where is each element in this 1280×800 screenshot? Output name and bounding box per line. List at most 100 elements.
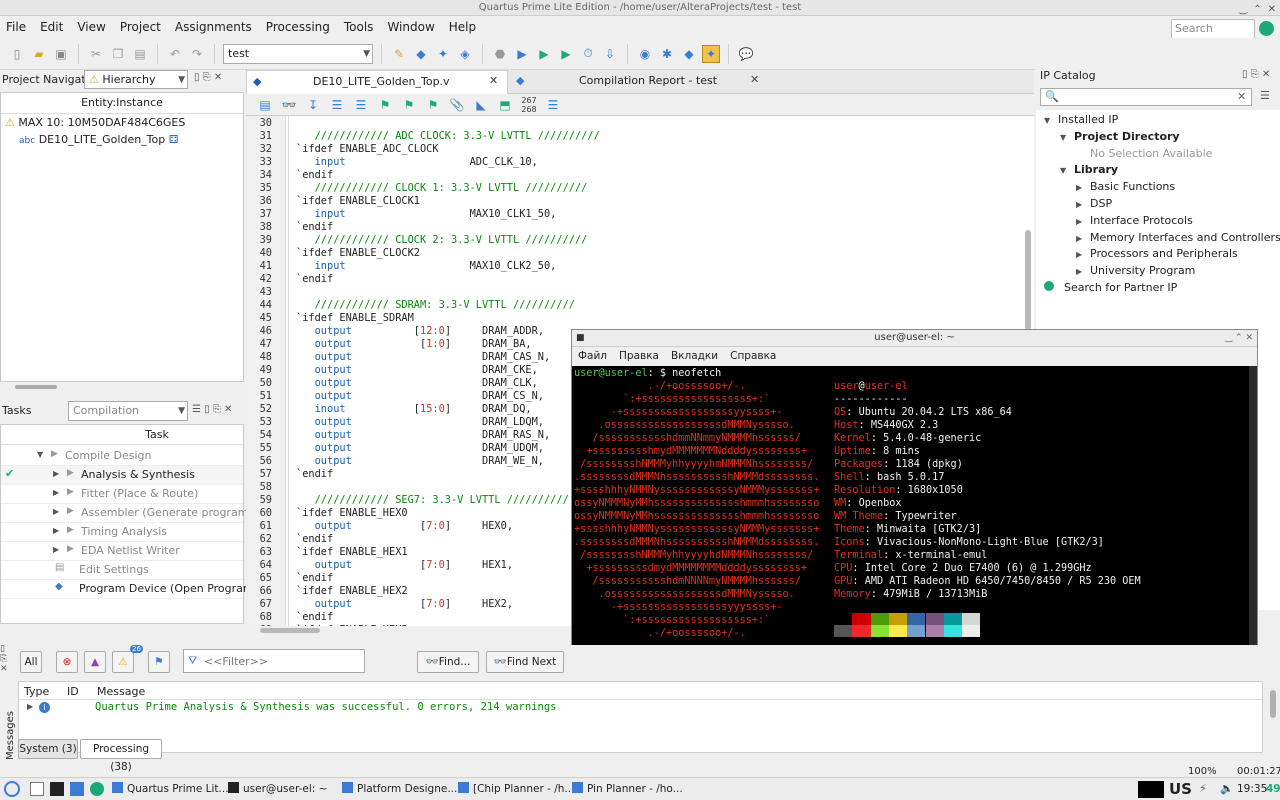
task-item[interactable]: ▶ ▶ Timing Analysis bbox=[1, 523, 243, 542]
chevron-right-icon[interactable]: ▶ bbox=[1076, 234, 1086, 243]
bookmark-icon[interactable]: ⚑ bbox=[376, 96, 394, 114]
terminal-menu-item[interactable]: Справка bbox=[730, 350, 776, 362]
top-entity-item[interactable]: abc DE10_LITE_Golden_Top ⚃ bbox=[19, 133, 178, 146]
window-controls-icon[interactable]: ‿ ⌃ ✕ bbox=[1225, 330, 1253, 346]
chevron-right-icon[interactable]: ▶ bbox=[1076, 183, 1086, 192]
taskbar-item[interactable]: Platform Designe... bbox=[342, 782, 457, 795]
task-item[interactable]: ▶ ▶ Fitter (Place & Route) bbox=[1, 485, 243, 504]
clear-icon[interactable]: ✕ bbox=[1237, 90, 1246, 103]
design-partition-icon[interactable]: ✦ bbox=[434, 45, 452, 63]
taskbar-item[interactable]: Quartus Prime Lit... bbox=[112, 782, 229, 795]
filter-all-button[interactable]: All bbox=[20, 651, 42, 673]
save-icon[interactable]: ▣ bbox=[52, 45, 70, 63]
flow-combo[interactable]: Compilation ▼ bbox=[68, 401, 188, 421]
platform-designer-icon[interactable]: ✦ bbox=[702, 44, 720, 63]
assignment-editor-icon[interactable]: ◈ bbox=[456, 45, 474, 63]
menu-item-view[interactable]: View bbox=[77, 20, 105, 34]
terminal-menu-item[interactable]: Вкладки bbox=[671, 350, 718, 362]
maximize-icon[interactable]: ⌃ bbox=[1253, 2, 1261, 17]
indent-icon[interactable]: ☰ bbox=[328, 96, 346, 114]
search-input[interactable]: Search altera.c... bbox=[1171, 19, 1255, 53]
menu-item-help[interactable]: Help bbox=[449, 20, 476, 34]
menu-item-edit[interactable]: Edit bbox=[40, 20, 63, 34]
paste-icon[interactable]: ▤ bbox=[131, 45, 149, 63]
ip-tree-item[interactable]: ▶ University Program bbox=[1076, 264, 1195, 277]
message-column-header[interactable]: Message bbox=[97, 685, 145, 698]
chevron-down-icon[interactable]: ▼ bbox=[1044, 116, 1054, 125]
task-item[interactable]: ▶ ▶ Assembler (Generate programmin bbox=[1, 504, 269, 523]
device-item[interactable]: ⚠ MAX 10: 10M50DAF484C6GES bbox=[5, 116, 185, 129]
task-item[interactable]: ◆ Program Device (Open Programmer) bbox=[1, 580, 280, 599]
ip-tree-item[interactable]: ▶ Memory Interfaces and Controllers bbox=[1076, 231, 1280, 244]
tab-system[interactable]: System (3) bbox=[18, 739, 78, 759]
chip-planner-icon[interactable]: ◆ bbox=[412, 45, 430, 63]
task-item[interactable]: ▼ ▶ Compile Design bbox=[1, 447, 243, 466]
menu-item-window[interactable]: Window bbox=[387, 20, 434, 34]
menu-item-project[interactable]: Project bbox=[120, 20, 161, 34]
error-filter-icon[interactable]: ⊗ bbox=[56, 651, 78, 673]
print-icon[interactable]: ▤ bbox=[256, 96, 274, 114]
tab-processing[interactable]: Processing (38) bbox=[80, 739, 162, 773]
open-folder-icon[interactable]: ▰ bbox=[30, 45, 48, 63]
horizontal-scrollbar[interactable] bbox=[260, 628, 320, 633]
help-chat-icon[interactable]: 💬 bbox=[737, 45, 755, 63]
assembler-icon[interactable]: ⇩ bbox=[601, 45, 619, 63]
tab-compilation-report[interactable]: ◆ Compilation Report - test ✕ bbox=[510, 70, 770, 94]
ip-tree-item[interactable]: Search for Partner IP bbox=[1044, 281, 1177, 294]
cut-icon[interactable]: ✂ bbox=[87, 45, 105, 63]
find-icon[interactable]: 👓 bbox=[280, 96, 298, 114]
taskbar-item[interactable]: Pin Planner - /ho... bbox=[572, 782, 683, 795]
chevron-right-icon[interactable]: ▶ bbox=[1076, 217, 1086, 226]
close-icon[interactable]: ✕ bbox=[489, 74, 498, 87]
terminal-menu-item[interactable]: Файл bbox=[578, 350, 607, 362]
taskbar-item[interactable]: user@user-el: ~ bbox=[228, 782, 327, 795]
run-icon[interactable]: ▶ bbox=[67, 468, 74, 478]
chevron-right-icon[interactable]: ▶ bbox=[53, 469, 59, 478]
horizontal-scrollbar[interactable] bbox=[15, 385, 57, 389]
task-item[interactable]: ✔ ▶ ▶ Analysis & Synthesis bbox=[1, 466, 243, 485]
terminal-output[interactable]: user@user-el: $ neofetch .-/+oossssoo+/-… bbox=[572, 366, 1250, 678]
goto-icon[interactable]: ↧ bbox=[304, 96, 322, 114]
taskbar-item[interactable]: [Chip Planner - /h... bbox=[458, 782, 574, 795]
file-manager-icon[interactable] bbox=[70, 782, 84, 796]
find-next-button[interactable]: 👓Find Next bbox=[486, 651, 564, 673]
unindent-icon[interactable]: ☰ bbox=[352, 96, 370, 114]
line-numbers-icon[interactable]: 267 268 bbox=[520, 96, 538, 114]
ip-tree-item[interactable]: No Selection Available bbox=[1076, 147, 1212, 160]
type-column-header[interactable]: Type bbox=[24, 685, 49, 698]
tab-verilog-file[interactable]: ◆ DE10_LITE_Golden_Top.v ✕ bbox=[246, 70, 508, 94]
menu-item-tools[interactable]: Tools bbox=[344, 20, 374, 34]
message-filter-input[interactable]: ⛛ <<Filter>> bbox=[183, 649, 365, 673]
chevron-right-icon[interactable]: ▶ bbox=[53, 526, 59, 535]
ip-search-input[interactable]: 🔍 ✕ bbox=[1040, 88, 1252, 106]
volume-icon[interactable]: 🔈 bbox=[1220, 782, 1234, 795]
find-button[interactable]: 👓Find... bbox=[417, 651, 479, 673]
navigator-view-combo[interactable]: ⚠ Hierarchy ▼ bbox=[84, 70, 188, 89]
project-combo[interactable]: test ▼ bbox=[223, 43, 373, 64]
ip-tree-item[interactable]: ▼ Installed IP bbox=[1044, 113, 1118, 126]
task-item[interactable]: ▶ ▶ EDA Netlist Writer bbox=[1, 542, 243, 561]
start-compilation-icon[interactable]: ▶ bbox=[513, 45, 531, 63]
minimize-icon[interactable]: ‿ bbox=[1239, 2, 1247, 17]
run-icon[interactable]: ▶ bbox=[67, 506, 74, 516]
start-menu-icon[interactable] bbox=[4, 781, 20, 797]
analysis-icon[interactable]: ▶ bbox=[535, 45, 553, 63]
netlist-viewer-icon[interactable]: ◉ bbox=[636, 45, 654, 63]
globe-icon[interactable] bbox=[1259, 21, 1274, 36]
critical-warning-icon[interactable]: ▲ bbox=[84, 651, 106, 673]
chevron-right-icon[interactable]: ▶ bbox=[53, 507, 59, 516]
network-icon[interactable]: ⚡ bbox=[1199, 782, 1207, 795]
ip-tree-item[interactable]: ▼ Project Directory bbox=[1060, 130, 1180, 143]
chevron-down-icon[interactable]: ▼ bbox=[1060, 166, 1070, 175]
terminal-scrollbar[interactable] bbox=[1249, 366, 1257, 678]
programmer-icon[interactable]: ◆ bbox=[680, 45, 698, 63]
terminal-launcher-icon[interactable] bbox=[50, 782, 64, 796]
insert-template-icon[interactable]: 📎 bbox=[448, 96, 466, 114]
copy-icon[interactable]: ❐ bbox=[109, 45, 127, 63]
wrap-icon[interactable]: ☰ bbox=[544, 96, 562, 114]
keyboard-layout[interactable]: US bbox=[1169, 780, 1192, 798]
close-icon[interactable]: ✕ bbox=[1268, 2, 1276, 17]
rtl-viewer-icon[interactable]: ✱ bbox=[658, 45, 676, 63]
menu-item-processing[interactable]: Processing bbox=[266, 20, 330, 34]
chevron-right-icon[interactable]: ▶ bbox=[53, 488, 59, 497]
